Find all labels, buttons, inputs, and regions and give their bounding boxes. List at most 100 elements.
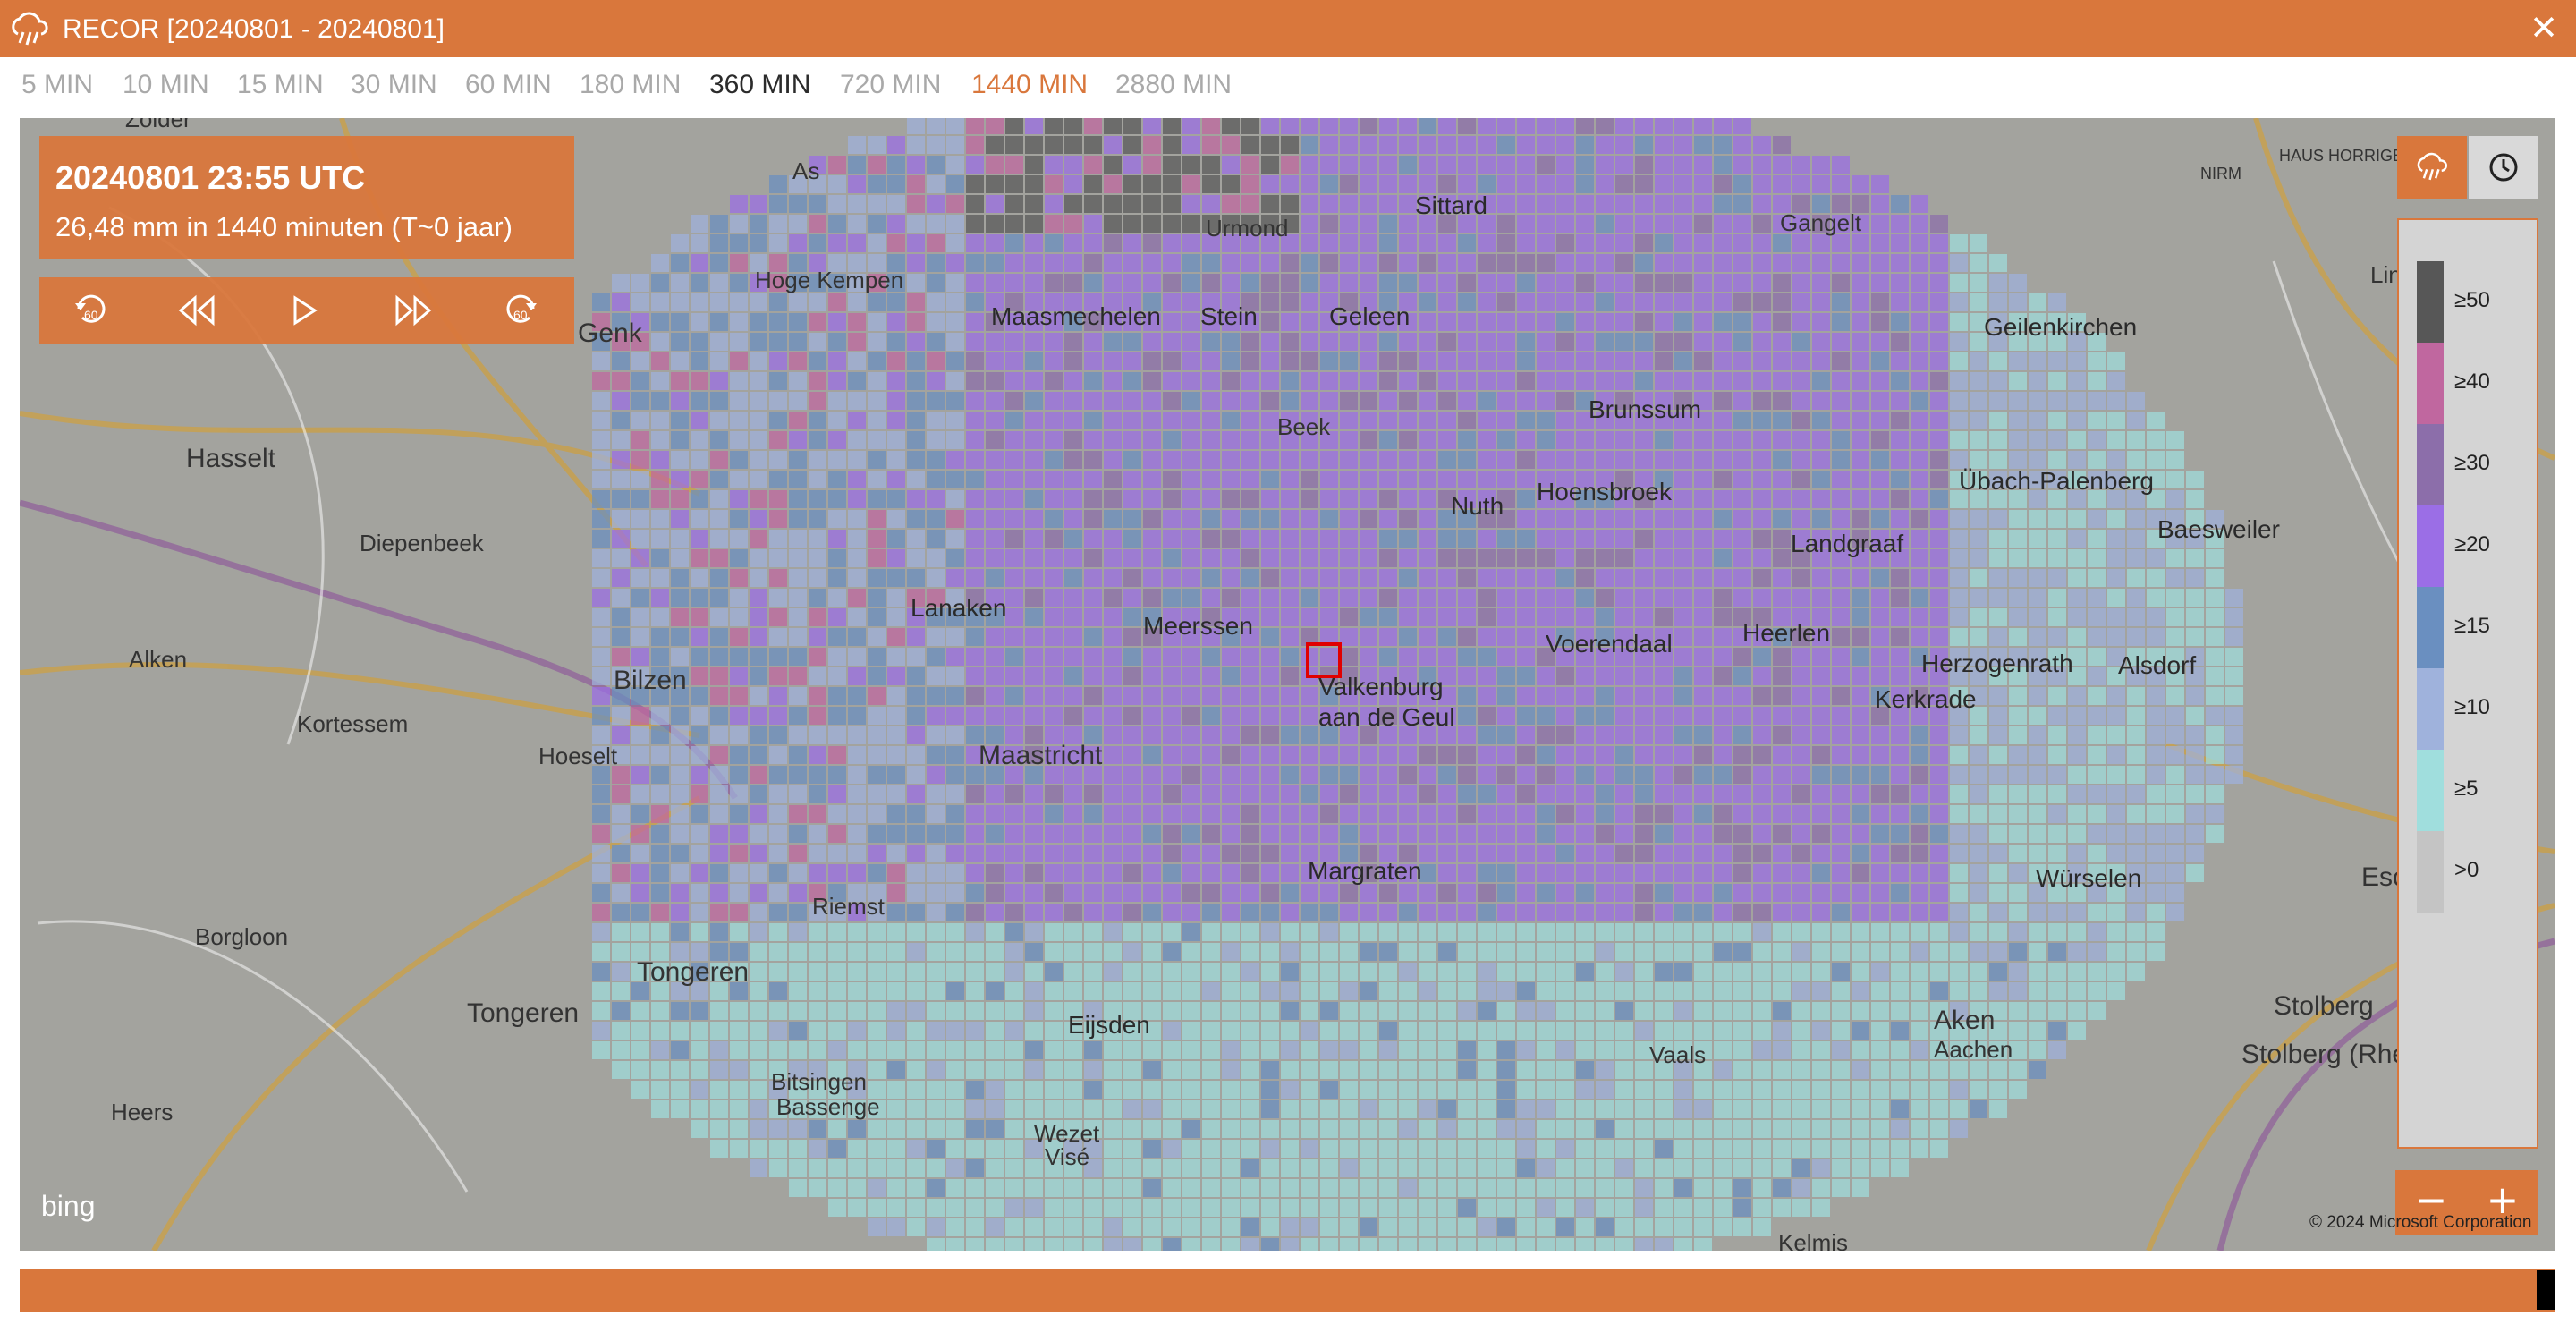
radar-cell <box>1655 687 1673 705</box>
history-view-button[interactable] <box>2469 136 2538 199</box>
radar-cell <box>1792 982 1810 1000</box>
radar-cell <box>2048 982 2066 1000</box>
radar-cell <box>907 118 925 134</box>
radar-cell <box>1045 254 1063 272</box>
radar-cell <box>1478 943 1496 961</box>
close-button[interactable]: ✕ <box>2524 9 2563 48</box>
timeline-bar[interactable] <box>20 1269 2555 1312</box>
radar-cell <box>1674 118 1692 134</box>
radar-cell <box>1694 687 1712 705</box>
tab-10-min[interactable]: 10 MIN <box>123 70 209 100</box>
radar-cell <box>946 805 964 823</box>
radar-cell <box>1084 254 1102 272</box>
precipitation-view-button[interactable] <box>2397 136 2467 199</box>
radar-cell <box>1340 1081 1358 1099</box>
radar-cell <box>710 726 728 744</box>
radar-cell <box>1615 234 1633 252</box>
radar-cell <box>1517 234 1535 252</box>
tab-1440-min[interactable]: 1440 MIN <box>971 70 1088 100</box>
radar-cell <box>1379 175 1397 193</box>
tab-60-min[interactable]: 60 MIN <box>465 70 552 100</box>
radar-cell <box>1360 136 1377 154</box>
radar-cell <box>1635 274 1653 292</box>
tab-2880-min[interactable]: 2880 MIN <box>1115 70 1232 100</box>
radar-cell <box>1655 608 1673 626</box>
radar-cell <box>1261 982 1279 1000</box>
radar-cell <box>927 510 945 528</box>
play-button[interactable] <box>268 277 340 344</box>
radar-cell <box>2048 766 2066 784</box>
radar-cell <box>1438 982 1456 1000</box>
radar-cell <box>946 175 964 193</box>
radar-cell <box>1792 333 1810 351</box>
radar-cell <box>1025 943 1043 961</box>
radar-cell <box>848 845 866 862</box>
radar-cell <box>966 667 984 685</box>
radar-cell <box>2029 293 2046 311</box>
radar-cell <box>1891 234 1909 252</box>
radar-cell <box>1753 805 1771 823</box>
radar-cell <box>1478 884 1496 902</box>
radar-cell <box>1655 1081 1673 1099</box>
radar-cell <box>809 589 826 607</box>
radar-cell <box>1970 923 1987 941</box>
radar-cell <box>2166 785 2184 803</box>
radar-cell <box>1340 392 1358 410</box>
radar-cell <box>730 293 748 311</box>
tab-360-min[interactable]: 360 MIN <box>709 70 810 100</box>
radar-cell <box>1143 175 1161 193</box>
place-label: Voerendaal <box>1546 630 1673 658</box>
radar-cell <box>1517 313 1535 331</box>
radar-cell <box>1615 726 1633 744</box>
radar-cell <box>592 372 610 390</box>
radar-cell <box>1399 175 1417 193</box>
tab-180-min[interactable]: 180 MIN <box>580 70 681 100</box>
radar-cell <box>1104 530 1122 548</box>
tab-720-min[interactable]: 720 MIN <box>840 70 941 100</box>
radar-cell <box>1340 805 1358 823</box>
radar-cell <box>1379 766 1397 784</box>
timeline-handle[interactable] <box>2537 1270 2555 1310</box>
fast-forward-button[interactable] <box>376 277 447 344</box>
radar-cell <box>1379 628 1397 646</box>
radar-cell <box>2206 687 2224 705</box>
radar-cell <box>769 293 787 311</box>
radar-cell <box>1045 628 1063 646</box>
radar-cell <box>1911 234 1928 252</box>
radar-cell <box>651 1061 669 1079</box>
radar-cell <box>1911 845 1928 862</box>
radar-cell <box>1340 589 1358 607</box>
radar-cell <box>1714 195 1732 213</box>
radar-cell <box>1222 372 1240 390</box>
radar-cell <box>1635 1238 1653 1251</box>
window-title: RECOR [20240801 - 20240801] <box>63 14 445 44</box>
fast-backward-button[interactable] <box>159 277 231 344</box>
radar-cell <box>1970 510 1987 528</box>
tab-5-min[interactable]: 5 MIN <box>21 70 93 100</box>
radar-cell <box>1792 766 1810 784</box>
radar-cell <box>1911 746 1928 764</box>
radar-cell <box>2048 549 2066 567</box>
forward-60-button[interactable]: 60 <box>485 277 556 344</box>
radar-cell <box>2009 884 2027 902</box>
radar-cell <box>1773 1120 1791 1138</box>
radar-cell <box>1537 118 1555 134</box>
radar-cell <box>1123 687 1141 705</box>
radar-cell <box>1753 451 1771 469</box>
radar-cell <box>1930 982 1948 1000</box>
radar-cell <box>1556 1041 1574 1059</box>
radar-cell <box>927 431 945 449</box>
tab-15-min[interactable]: 15 MIN <box>237 70 324 100</box>
radar-cell <box>2009 431 2027 449</box>
radar-cell <box>2225 707 2243 725</box>
radar-cell <box>1301 234 1318 252</box>
radar-cell <box>1773 471 1791 488</box>
rewind-60-button[interactable]: 60 <box>55 277 127 344</box>
radar-cell <box>1320 1238 1338 1251</box>
tab-30-min[interactable]: 30 MIN <box>351 70 437 100</box>
radar-cell <box>1163 431 1181 449</box>
radar-cell <box>1812 648 1830 666</box>
radar-cell <box>1911 471 1928 488</box>
rain-cloud-icon <box>12 12 48 46</box>
radar-cell <box>769 746 787 764</box>
